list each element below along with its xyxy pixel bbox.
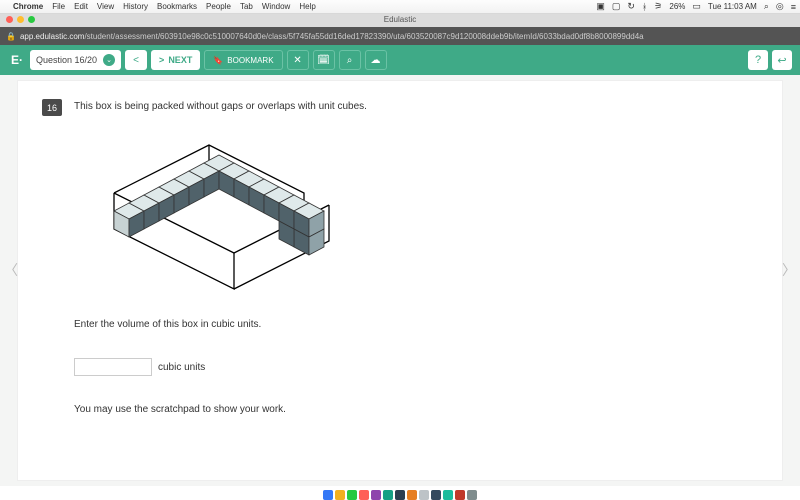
- question-selector[interactable]: Question 16/20 ⌄: [30, 50, 121, 70]
- chevron-down-icon: ⌄: [103, 54, 115, 66]
- chevron-right-icon: >: [159, 55, 164, 65]
- mac-status-right: ▣ ▢ ↻ ᚼ ⚞ 26% ▭ Tue 11:03 AM ⌕ ◎ ≡: [596, 1, 796, 12]
- menu-help[interactable]: Help: [299, 2, 315, 11]
- menu-people[interactable]: People: [206, 2, 231, 11]
- dock-app[interactable]: [395, 490, 405, 500]
- clock-text: Tue 11:03 AM: [708, 2, 757, 11]
- mac-dock[interactable]: [0, 488, 800, 500]
- close-tool-button[interactable]: ✕: [287, 50, 309, 70]
- screenshare-icon[interactable]: ▣: [596, 1, 605, 12]
- bookmark-label: BOOKMARK: [227, 56, 273, 65]
- page-area: 16 This box is being packed without gaps…: [0, 75, 800, 486]
- mac-menu-bar: Chrome File Edit View History Bookmarks …: [0, 0, 800, 14]
- answer-input[interactable]: [74, 358, 152, 376]
- dock-app[interactable]: [323, 490, 333, 500]
- dock-app[interactable]: [431, 490, 441, 500]
- calculator-button[interactable]: 🗓: [313, 50, 335, 70]
- box-diagram: [84, 126, 758, 301]
- question-stem: This box is being packed without gaps or…: [74, 99, 367, 114]
- sync-icon[interactable]: ↻: [627, 1, 635, 12]
- dock-app[interactable]: [443, 490, 453, 500]
- menu-app[interactable]: Chrome: [13, 2, 43, 11]
- dock-app[interactable]: [383, 490, 393, 500]
- help-button[interactable]: ?: [748, 50, 768, 70]
- menu-file[interactable]: File: [52, 2, 65, 11]
- dock-app[interactable]: [419, 490, 429, 500]
- bookmark-button[interactable]: 🔖 BOOKMARK: [204, 50, 282, 70]
- dock-app[interactable]: [347, 490, 357, 500]
- menu-tab[interactable]: Tab: [240, 2, 253, 11]
- unit-label: cubic units: [158, 362, 205, 373]
- exit-button[interactable]: ↩: [772, 50, 792, 70]
- bluetooth-icon[interactable]: ᚼ: [642, 2, 647, 12]
- dock-app[interactable]: [359, 490, 369, 500]
- lock-icon: 🔒: [6, 32, 16, 41]
- dock-app[interactable]: [371, 490, 381, 500]
- scratchpad-hint: You may use the scratchpad to show your …: [74, 404, 758, 415]
- bookmark-icon: 🔖: [213, 56, 223, 65]
- url-host: app.edulastic.com: [20, 32, 84, 41]
- cloud-button[interactable]: ☁: [365, 50, 387, 70]
- next-button[interactable]: > NEXT: [151, 50, 200, 70]
- battery-percent: 26%: [669, 2, 685, 11]
- page-next-arrow[interactable]: 〉: [782, 260, 796, 280]
- browser-url-bar[interactable]: 🔒 app.edulastic.com /student/assessment/…: [0, 27, 800, 45]
- menu-window[interactable]: Window: [262, 2, 290, 11]
- siri-icon[interactable]: ◎: [776, 1, 784, 12]
- battery-icon[interactable]: ▭: [692, 1, 701, 12]
- menu-edit[interactable]: Edit: [74, 2, 88, 11]
- menu-bookmarks[interactable]: Bookmarks: [157, 2, 197, 11]
- question-card: 16 This box is being packed without gaps…: [18, 81, 782, 480]
- browser-tab-strip: Edulastic: [0, 14, 800, 27]
- dock-app[interactable]: [407, 490, 417, 500]
- menu-icon[interactable]: ≡: [791, 2, 796, 12]
- app-logo[interactable]: E·: [8, 51, 26, 69]
- dock-app[interactable]: [455, 490, 465, 500]
- question-prompt: Enter the volume of this box in cubic un…: [74, 319, 758, 330]
- question-number-badge: 16: [42, 99, 62, 116]
- dock-app[interactable]: [335, 490, 345, 500]
- next-label: NEXT: [168, 55, 192, 65]
- menu-view[interactable]: View: [97, 2, 114, 11]
- search-button[interactable]: ⌕: [339, 50, 361, 70]
- dock-app[interactable]: [467, 490, 477, 500]
- spotlight-icon[interactable]: ⌕: [764, 1, 769, 12]
- wifi-icon[interactable]: ⚞: [654, 1, 662, 12]
- page-prev-arrow[interactable]: 〈: [4, 260, 18, 280]
- prev-button[interactable]: <: [125, 50, 147, 70]
- url-path: /student/assessment/603910e98c0c51000764…: [84, 32, 643, 41]
- browser-tab-title[interactable]: Edulastic: [0, 15, 800, 24]
- menu-history[interactable]: History: [123, 2, 148, 11]
- app-toolbar: E· Question 16/20 ⌄ < > NEXT 🔖 BOOKMARK …: [0, 45, 800, 75]
- question-indicator-label: Question 16/20: [36, 55, 97, 65]
- display-icon[interactable]: ▢: [612, 1, 621, 12]
